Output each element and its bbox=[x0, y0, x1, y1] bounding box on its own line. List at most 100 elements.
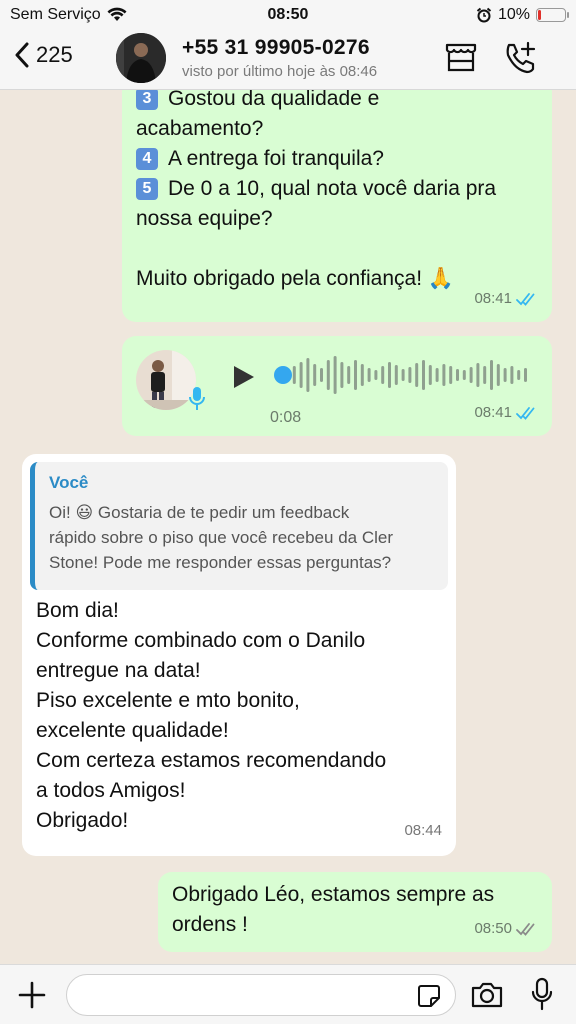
waveform-bar bbox=[490, 360, 493, 390]
waveform-bar bbox=[401, 369, 405, 381]
waveform-bar bbox=[422, 360, 425, 390]
message-line: entregue na data! bbox=[36, 659, 201, 682]
message-text: Bom dia! Conforme combinado com o Danilo… bbox=[36, 596, 386, 836]
chat-area[interactable]: 3 Gostou da qualidade e acabamento? 4A en… bbox=[0, 90, 576, 964]
waveform-bar bbox=[415, 363, 419, 387]
contact-name[interactable]: +55 31 99905-0276 bbox=[182, 36, 370, 60]
message-meta: 08:41 bbox=[474, 284, 538, 314]
waveform-bar bbox=[354, 360, 357, 390]
message-meta: 08:44 bbox=[404, 816, 442, 846]
message-line: nossa equipe? bbox=[136, 207, 273, 230]
message-bubble-outgoing[interactable]: Obrigado Léo, estamos sempre as ordens !… bbox=[158, 872, 552, 952]
waveform-bar bbox=[347, 366, 351, 384]
waveform-bar bbox=[496, 364, 500, 386]
waveform-bar bbox=[456, 369, 459, 381]
waveform-bar bbox=[428, 365, 432, 385]
message-time: 08:44 bbox=[404, 822, 442, 839]
keycap-4-icon: 4 bbox=[136, 148, 158, 170]
message-line: excelente qualidade! bbox=[36, 719, 229, 742]
contact-avatar[interactable] bbox=[116, 33, 166, 83]
composer-bar bbox=[0, 964, 576, 1024]
waveform-bar bbox=[320, 368, 323, 382]
message-line: Conforme combinado com o Danilo bbox=[36, 629, 366, 652]
voice-progress-dot[interactable] bbox=[274, 366, 292, 384]
waveform-bar bbox=[524, 368, 527, 382]
store-icon[interactable] bbox=[444, 42, 478, 74]
waveform-bar bbox=[292, 366, 296, 384]
plus-icon[interactable] bbox=[18, 981, 46, 1009]
sticker-icon[interactable] bbox=[417, 984, 441, 1008]
waveform-bar bbox=[510, 366, 514, 384]
waveform-bar bbox=[517, 370, 521, 380]
waveform-bar bbox=[476, 363, 480, 387]
waveform-bar bbox=[483, 366, 487, 384]
waveform-bar bbox=[326, 360, 330, 390]
waveform-bar bbox=[374, 370, 378, 380]
double-check-icon bbox=[516, 923, 535, 936]
voice-sender-avatar bbox=[136, 350, 196, 410]
unread-count: 225 bbox=[36, 42, 73, 67]
message-line: a todos Amigos! bbox=[36, 779, 186, 802]
message-spacer bbox=[136, 234, 538, 264]
message-line: 4A entrega foi tranquila? bbox=[136, 144, 538, 174]
waveform-bar bbox=[306, 358, 310, 392]
message-input[interactable] bbox=[66, 974, 456, 1016]
message-line: 3 Gostou da qualidade e bbox=[136, 90, 538, 114]
microphone-icon[interactable] bbox=[530, 977, 554, 1011]
chat-header: 225 +55 31 99905-0276 visto por último h… bbox=[0, 30, 576, 90]
message-time: 08:41 bbox=[474, 404, 512, 421]
waveform-bar bbox=[469, 367, 473, 383]
battery-percent: 10% bbox=[497, 6, 530, 23]
message-line: Bom dia! bbox=[36, 599, 119, 622]
keycap-5-icon: 5 bbox=[136, 178, 158, 200]
message-line: Obrigado! bbox=[36, 809, 129, 832]
back-chevron-icon bbox=[15, 42, 29, 68]
waveform-bar bbox=[503, 368, 507, 382]
message-line: Piso excelente e mto bonito, bbox=[36, 689, 300, 712]
voice-waveform[interactable] bbox=[272, 352, 532, 398]
camera-icon[interactable] bbox=[470, 981, 504, 1009]
battery-level bbox=[538, 10, 541, 20]
back-button[interactable]: 225 bbox=[14, 42, 73, 68]
message-line: 5 De 0 a 10, qual nota você daria pra bbox=[136, 174, 538, 204]
message-line: Obrigado Léo, estamos sempre as bbox=[172, 883, 495, 906]
quote-text: Oi! 😃 Gostaria de te pedir um feedback r… bbox=[49, 503, 393, 572]
battery-icon bbox=[536, 8, 569, 22]
mic-icon bbox=[189, 387, 205, 410]
waveform-bar bbox=[462, 370, 466, 380]
waveform-bar bbox=[313, 364, 317, 386]
message-meta: 08:41 bbox=[474, 398, 538, 428]
double-check-icon bbox=[516, 293, 535, 306]
quoted-message[interactable]: Você Oi! 😃 Gostaria de te pedir um feedb… bbox=[30, 462, 448, 590]
voice-message-bubble[interactable]: 0:08 08:41 bbox=[122, 336, 552, 436]
keycap-3-icon: 3 bbox=[136, 90, 158, 110]
message-meta: 08:50 bbox=[474, 914, 538, 944]
waveform-bar bbox=[408, 367, 412, 383]
waveform-bar bbox=[394, 365, 398, 385]
waveform-bar bbox=[435, 368, 439, 382]
waveform-bar bbox=[449, 366, 453, 384]
message-time: 08:50 bbox=[474, 920, 512, 937]
message-time: 08:41 bbox=[474, 290, 512, 307]
message-bubble-incoming[interactable]: Você Oi! 😃 Gostaria de te pedir um feedb… bbox=[22, 454, 456, 856]
status-bar: Sem Serviço 08:50 10% bbox=[0, 0, 576, 30]
double-check-icon bbox=[516, 407, 535, 420]
waveform-bar bbox=[299, 362, 303, 388]
voice-duration: 0:08 bbox=[270, 409, 302, 426]
message-line: Com certeza estamos recomendando bbox=[36, 749, 387, 772]
message-bubble-outgoing[interactable]: 3 Gostou da qualidade e acabamento? 4A en… bbox=[122, 90, 552, 322]
waveform-bar bbox=[367, 368, 371, 382]
last-seen: visto por último hoje às 08:46 bbox=[182, 63, 378, 80]
waveform-bar bbox=[381, 366, 385, 384]
avatar-image bbox=[116, 33, 166, 83]
waveform-bar bbox=[442, 364, 446, 386]
waveform-bar bbox=[360, 364, 364, 386]
alarm-icon bbox=[476, 7, 492, 23]
waveform-bar bbox=[388, 362, 391, 388]
message-line: acabamento? bbox=[136, 117, 264, 140]
waveform-bar bbox=[333, 356, 337, 394]
quote-author: Você bbox=[49, 473, 89, 492]
call-add-icon[interactable] bbox=[502, 40, 538, 76]
waveform-bar bbox=[340, 362, 344, 388]
play-icon[interactable] bbox=[230, 364, 256, 390]
